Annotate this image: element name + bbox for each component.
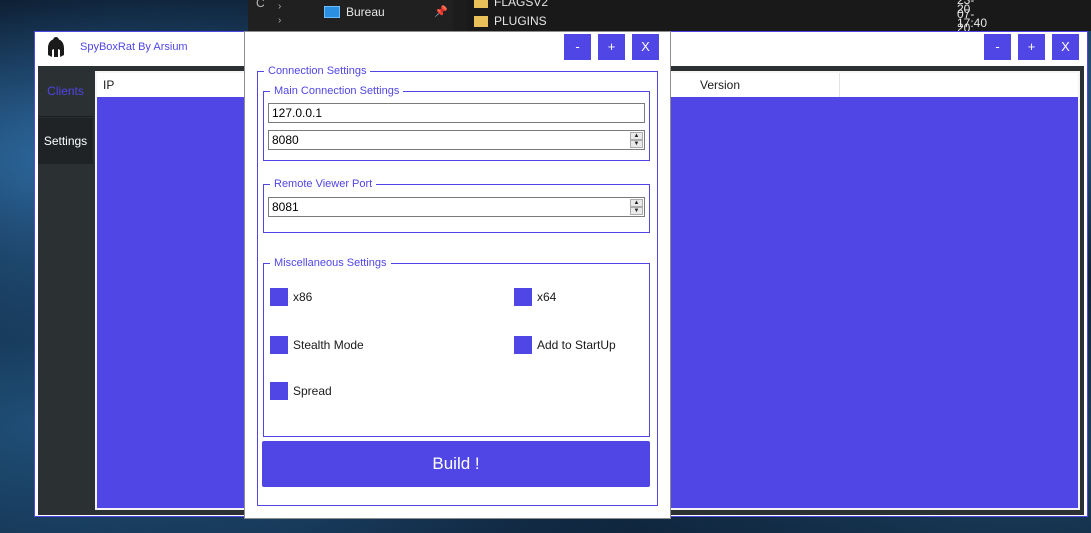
minimize-button[interactable]: - — [984, 34, 1011, 60]
maximize-button[interactable]: + — [1018, 34, 1045, 60]
spin-down-icon[interactable]: ▼ — [630, 207, 643, 215]
close-button[interactable]: X — [1052, 34, 1079, 60]
x64-checkbox[interactable]: x64 — [514, 288, 556, 306]
column-header-ip[interactable]: IP — [97, 73, 247, 97]
checkbox-label: x86 — [293, 290, 313, 304]
folder-icon — [474, 15, 488, 27]
checkbox-box — [270, 288, 288, 306]
file-name: FLAGSV2 — [494, 0, 549, 9]
stealth-mode-checkbox[interactable]: Stealth Mode — [270, 336, 364, 354]
file-row[interactable]: FLAGSV2 04-06-20 17:40 Dossier de fichie… — [474, 0, 987, 30]
builder-maximize-button[interactable]: + — [598, 34, 625, 60]
port-input[interactable] — [269, 131, 628, 149]
file-name: PLUGINS — [494, 14, 547, 28]
desktop-icon — [324, 6, 340, 18]
remote-port-spin-buttons: ▲ ▼ — [630, 199, 643, 215]
drive-label: C — [256, 0, 265, 10]
file-row[interactable]: PLUGINS 23-07-20 17:25 Dossier de fichie… — [474, 0, 974, 31]
main-connection-title: Main Connection Settings — [274, 85, 400, 97]
remote-port-stepper[interactable]: ▲ ▼ — [268, 197, 645, 217]
spin-up-icon[interactable]: ▲ — [630, 132, 643, 140]
folder-icon — [474, 0, 488, 8]
misc-settings-title: Miscellaneous Settings — [274, 257, 387, 269]
sidebar: Clients Settings — [38, 66, 93, 515]
explorer-nav-pane: C › › Bureau 📌 — [248, 0, 453, 31]
checkbox-box — [514, 288, 532, 306]
checkbox-box — [514, 336, 532, 354]
spin-up-icon[interactable]: ▲ — [630, 199, 643, 207]
spin-down-icon[interactable]: ▼ — [630, 140, 643, 148]
port-spin-buttons: ▲ ▼ — [630, 132, 643, 148]
app-title: SpyBoxRat By Arsium — [80, 41, 188, 53]
port-stepper[interactable]: ▲ ▼ — [268, 130, 645, 150]
remote-viewer-title: Remote Viewer Port — [274, 178, 373, 190]
pin-icon[interactable]: 📌 — [434, 5, 448, 18]
add-to-startup-checkbox[interactable]: Add to StartUp — [514, 336, 616, 354]
builder-minimize-button[interactable]: - — [564, 34, 591, 60]
sidebar-item-clients[interactable]: Clients — [38, 68, 93, 114]
connection-settings-title: Connection Settings — [268, 65, 367, 77]
file-date: 23-07-20 17:25 — [957, 0, 975, 31]
nav-item-label: Bureau — [346, 5, 385, 19]
spartan-helmet-icon — [48, 37, 64, 57]
x86-checkbox[interactable]: x86 — [270, 288, 312, 306]
sidebar-item-settings[interactable]: Settings — [38, 118, 93, 164]
checkbox-label: Spread — [293, 384, 332, 398]
remote-port-input[interactable] — [269, 198, 628, 216]
builder-dialog: - + X Connection Settings Main Connectio… — [244, 31, 671, 519]
spread-checkbox[interactable]: Spread — [270, 382, 332, 400]
build-button[interactable]: Build ! — [262, 441, 650, 487]
nav-item-bureau[interactable]: Bureau — [324, 5, 385, 19]
file-explorer-window: C ›› Bureau 📌 FLAGSV2 04-06-20 17:40 Dos… — [248, 0, 1091, 31]
column-header-version[interactable]: Version — [694, 73, 840, 97]
checkbox-label: Stealth Mode — [293, 338, 364, 352]
checkbox-box — [270, 382, 288, 400]
sidebar-divider — [38, 116, 93, 117]
checkbox-label: Add to StartUp — [537, 338, 616, 352]
chevron-right-icon[interactable]: › › — [278, 0, 292, 31]
explorer-scrollbar[interactable] — [453, 0, 467, 31]
host-input[interactable] — [268, 103, 645, 123]
checkbox-label: x64 — [537, 290, 557, 304]
builder-close-button[interactable]: X — [632, 34, 659, 60]
checkbox-box — [270, 336, 288, 354]
